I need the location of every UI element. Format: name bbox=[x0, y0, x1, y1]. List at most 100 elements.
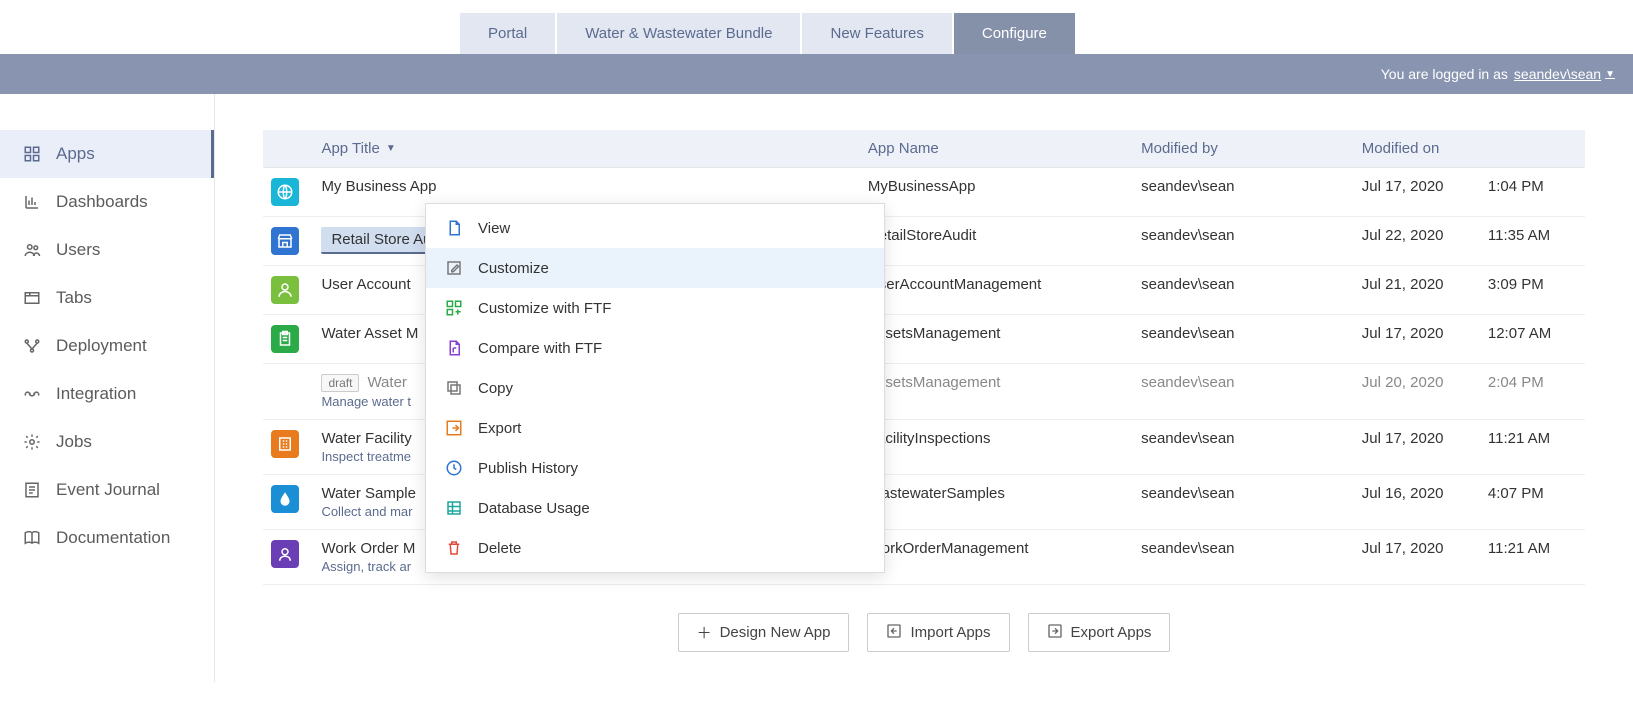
history-icon bbox=[444, 458, 464, 478]
copy-icon bbox=[444, 378, 464, 398]
modified-time-cell: 3:09 PM bbox=[1480, 266, 1585, 315]
top-tab-portal[interactable]: Portal bbox=[460, 13, 555, 54]
gear-icon bbox=[22, 432, 42, 452]
app-name-cell: MyBusinessApp bbox=[860, 168, 1133, 217]
ctx-item-customize[interactable]: Customize bbox=[426, 248, 884, 288]
app-title-text: Water Sample bbox=[321, 485, 415, 502]
modified-date-cell: Jul 21, 2020 bbox=[1354, 266, 1480, 315]
modified-date-cell: Jul 17, 2020 bbox=[1354, 168, 1480, 217]
sidebar-item-label: Dashboards bbox=[56, 192, 148, 212]
sidebar-item-event-journal[interactable]: Event Journal bbox=[0, 466, 214, 514]
person-icon bbox=[271, 276, 299, 304]
sidebar-item-users[interactable]: Users bbox=[0, 226, 214, 274]
journal-icon bbox=[22, 480, 42, 500]
modified-by-cell: seandev\sean bbox=[1133, 530, 1354, 585]
app-title-text: Water bbox=[367, 374, 406, 391]
import-apps-button[interactable]: Import Apps bbox=[867, 613, 1009, 652]
modified-time-cell: 12:07 AM bbox=[1480, 315, 1585, 364]
top-tab-water-wastewater-bundle[interactable]: Water & Wastewater Bundle bbox=[557, 13, 800, 54]
login-user-dropdown[interactable]: seandev\sean ▼ bbox=[1514, 66, 1615, 82]
sidebar-item-deployment[interactable]: Deployment bbox=[0, 322, 214, 370]
draft-badge: draft bbox=[321, 374, 359, 392]
compare-icon bbox=[444, 338, 464, 358]
sidebar-item-apps[interactable]: Apps bbox=[0, 130, 214, 178]
sidebar-item-label: Apps bbox=[56, 144, 95, 164]
sidebar-item-tabs[interactable]: Tabs bbox=[0, 274, 214, 322]
modified-date-cell: Jul 16, 2020 bbox=[1354, 475, 1480, 530]
book-icon bbox=[22, 528, 42, 548]
sidebar-item-dashboards[interactable]: Dashboards bbox=[0, 178, 214, 226]
modified-time-cell: 11:21 AM bbox=[1480, 530, 1585, 585]
ctx-item-label: Database Usage bbox=[478, 500, 590, 517]
globe-icon bbox=[271, 178, 299, 206]
design-new-app-button[interactable]: ＋ Design New App bbox=[678, 613, 850, 652]
building-icon bbox=[271, 430, 299, 458]
edit-icon bbox=[444, 258, 464, 278]
sidebar-item-integration[interactable]: Integration bbox=[0, 370, 214, 418]
top-tab-new-features[interactable]: New Features bbox=[802, 13, 951, 54]
app-name-cell: UserAccountManagement bbox=[860, 266, 1133, 315]
ctx-item-database-usage[interactable]: Database Usage bbox=[426, 488, 884, 528]
ctx-item-compare-with-ftf[interactable]: Compare with FTF bbox=[426, 328, 884, 368]
sidebar-item-label: Users bbox=[56, 240, 100, 260]
app-name-cell: WorkOrderManagement bbox=[860, 530, 1133, 585]
col-header-by[interactable]: Modified by bbox=[1133, 130, 1354, 168]
login-prefix: You are logged in as bbox=[1381, 66, 1508, 82]
modified-by-cell: seandev\sean bbox=[1133, 420, 1354, 475]
modified-by-cell: seandev\sean bbox=[1133, 315, 1354, 364]
ctx-item-export[interactable]: Export bbox=[426, 408, 884, 448]
user-login-strip: You are logged in as seandev\sean ▼ bbox=[0, 54, 1633, 94]
sidebar-item-label: Integration bbox=[56, 384, 136, 404]
action-bar: ＋ Design New App Import Apps Export Apps bbox=[263, 613, 1585, 652]
modified-by-cell: seandev\sean bbox=[1133, 217, 1354, 266]
modified-date-cell: Jul 20, 2020 bbox=[1354, 364, 1480, 420]
ctx-item-view[interactable]: View bbox=[426, 208, 884, 248]
app-name-cell: AssetsManagement bbox=[860, 315, 1133, 364]
context-menu: View Customize Customize with FTF Compare w… bbox=[425, 203, 885, 573]
app-title-text: Water Facility bbox=[321, 430, 411, 447]
ctx-item-label: View bbox=[478, 220, 510, 237]
ctx-item-label: Publish History bbox=[478, 460, 578, 477]
top-tab-configure[interactable]: Configure bbox=[954, 13, 1075, 54]
ctx-item-label: Delete bbox=[478, 540, 521, 557]
modified-date-cell: Jul 22, 2020 bbox=[1354, 217, 1480, 266]
col-header-title[interactable]: App Title ▼ bbox=[321, 140, 395, 157]
app-title-text: Water Asset M bbox=[321, 325, 418, 342]
sidebar-item-jobs[interactable]: Jobs bbox=[0, 418, 214, 466]
modified-time-cell: 11:35 AM bbox=[1480, 217, 1585, 266]
ctx-item-customize-with-ftf[interactable]: Customize with FTF bbox=[426, 288, 884, 328]
modified-date-cell: Jul 17, 2020 bbox=[1354, 420, 1480, 475]
col-header-name[interactable]: App Name bbox=[860, 130, 1133, 168]
col-header-on[interactable]: Modified on bbox=[1354, 130, 1480, 168]
sidebar-item-documentation[interactable]: Documentation bbox=[0, 514, 214, 562]
modified-by-cell: seandev\sean bbox=[1133, 266, 1354, 315]
grid-plus-icon bbox=[444, 298, 464, 318]
ctx-item-publish-history[interactable]: Publish History bbox=[426, 448, 884, 488]
deploy-icon bbox=[22, 336, 42, 356]
main-content: App Title ▼ App Name Modified by Modifie… bbox=[215, 94, 1633, 682]
app-name-cell: AssetsManagement bbox=[860, 364, 1133, 420]
ctx-item-copy[interactable]: Copy bbox=[426, 368, 884, 408]
chart-icon bbox=[22, 192, 42, 212]
sort-desc-icon: ▼ bbox=[386, 143, 396, 154]
app-title-text: User Account bbox=[321, 276, 410, 293]
modified-by-cell: seandev\sean bbox=[1133, 168, 1354, 217]
sidebar-item-label: Event Journal bbox=[56, 480, 160, 500]
trash-icon bbox=[444, 538, 464, 558]
export-icon bbox=[444, 418, 464, 438]
ctx-item-delete[interactable]: Delete bbox=[426, 528, 884, 568]
col-title-label: App Title bbox=[321, 140, 379, 157]
caret-down-icon: ▼ bbox=[1605, 69, 1615, 80]
ctx-item-label: Export bbox=[478, 420, 521, 437]
worker-icon bbox=[271, 540, 299, 568]
ctx-item-label: Customize with FTF bbox=[478, 300, 611, 317]
file-icon bbox=[444, 218, 464, 238]
users-icon bbox=[22, 240, 42, 260]
app-name-cell: WastewaterSamples bbox=[860, 475, 1133, 530]
export-apps-button[interactable]: Export Apps bbox=[1028, 613, 1171, 652]
app-title-text: Work Order M bbox=[321, 540, 415, 557]
top-tab-bar: PortalWater & Wastewater BundleNew Featu… bbox=[0, 0, 1633, 54]
modified-by-cell: seandev\sean bbox=[1133, 475, 1354, 530]
import-btn-label: Import Apps bbox=[910, 624, 990, 641]
modified-date-cell: Jul 17, 2020 bbox=[1354, 315, 1480, 364]
